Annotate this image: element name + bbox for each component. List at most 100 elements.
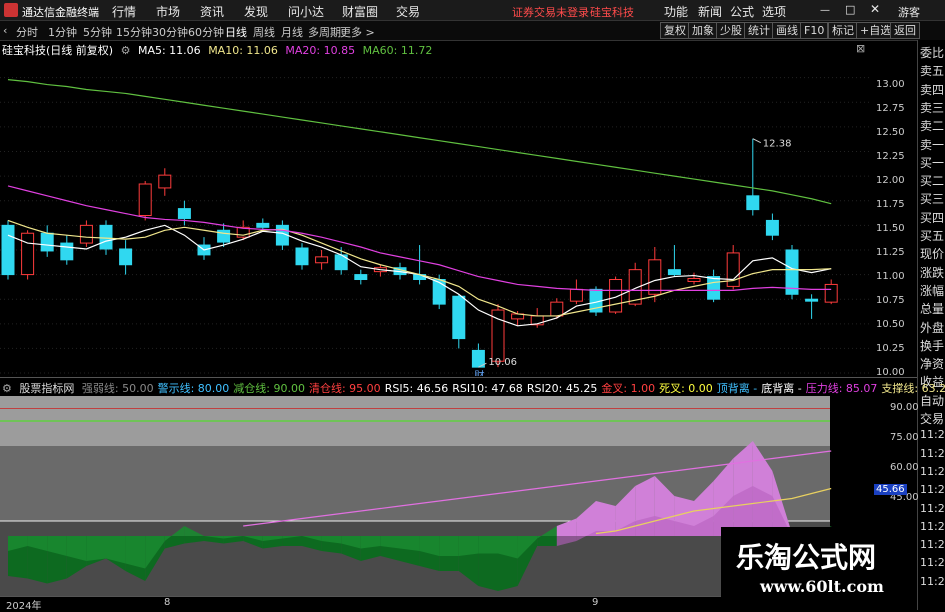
side-panel-label: 11:29 bbox=[920, 556, 945, 570]
candle-body bbox=[707, 276, 721, 300]
statistics-button[interactable]: 统计 bbox=[744, 22, 774, 39]
candle-body bbox=[1, 224, 15, 276]
period-5min[interactable]: 5分钟 bbox=[83, 24, 112, 40]
period-daily[interactable]: 日线 bbox=[225, 24, 247, 40]
indicator-band-fill bbox=[478, 536, 498, 554]
app-title: 通达信金融终端 bbox=[22, 6, 99, 19]
stock-tab[interactable]: 硅宝科技 bbox=[590, 4, 634, 20]
minimize-icon[interactable]: — bbox=[820, 5, 830, 16]
price-tick: 11.00 bbox=[876, 271, 905, 282]
chart-close-icon[interactable]: ⊠ bbox=[856, 42, 865, 55]
indicator-band-fill bbox=[125, 536, 146, 569]
indicator-legend-item: RSI5: 46.56 bbox=[384, 382, 449, 395]
candle-body bbox=[432, 279, 446, 305]
maximize-icon[interactable]: □ bbox=[845, 3, 855, 16]
indicator-band-fill bbox=[458, 536, 479, 556]
menu-function[interactable]: 功能 bbox=[664, 3, 688, 20]
panel-divider[interactable] bbox=[0, 377, 917, 378]
period-15min[interactable]: 15分钟 bbox=[116, 24, 152, 40]
price-tick: 10.75 bbox=[876, 295, 905, 306]
indicator-legend-item: RSI10: 47.68 bbox=[452, 382, 523, 395]
overlay-button[interactable]: 加象 bbox=[688, 22, 718, 39]
price-tick: 12.50 bbox=[876, 127, 905, 138]
menu-newsfeed[interactable]: 新闻 bbox=[698, 3, 722, 20]
menu-options[interactable]: 选项 bbox=[762, 3, 786, 20]
menu-trade[interactable]: 交易 bbox=[396, 3, 420, 20]
side-panel-label: 11:27 bbox=[920, 428, 945, 442]
candle-body bbox=[746, 195, 760, 211]
return-button[interactable]: 返回 bbox=[890, 22, 920, 39]
draw-line-button[interactable]: 画线 bbox=[772, 22, 802, 39]
period-30min[interactable]: 30分钟 bbox=[152, 24, 188, 40]
high-marker-line bbox=[752, 138, 762, 144]
menu-market[interactable]: 市场 bbox=[156, 3, 180, 20]
indicator-band-fill bbox=[537, 536, 557, 546]
candle-body bbox=[452, 295, 466, 340]
side-panel-label[interactable]: 交易 bbox=[920, 410, 944, 427]
candle-body bbox=[99, 224, 113, 250]
candlestick-chart[interactable]: 12.38 10.06 财 bbox=[0, 56, 870, 376]
side-panel-label: 净资 bbox=[920, 357, 945, 372]
price-tick: 11.50 bbox=[876, 223, 905, 234]
period-monthly[interactable]: 月线 bbox=[281, 24, 303, 40]
period-intraday[interactable]: 分时 bbox=[16, 24, 38, 40]
close-icon[interactable]: ✕ bbox=[870, 2, 880, 16]
back-arrow-icon[interactable]: ‹ bbox=[3, 24, 7, 37]
candle-body bbox=[79, 224, 93, 244]
side-panel-label: 买二 bbox=[920, 174, 945, 189]
candle-body bbox=[648, 259, 662, 295]
candle-body bbox=[824, 283, 838, 303]
side-panel-label: 11:29 bbox=[920, 501, 945, 515]
app-logo-icon bbox=[4, 3, 18, 17]
rights-adjust-button[interactable]: 复权 bbox=[660, 22, 690, 39]
side-panel-label: 卖二 bbox=[920, 119, 945, 134]
settings-gear-icon[interactable]: ⚙ bbox=[2, 382, 12, 395]
price-tick: 11.75 bbox=[876, 199, 905, 210]
candle-body bbox=[354, 274, 368, 281]
candle-body bbox=[315, 256, 329, 264]
ma60-line bbox=[7, 79, 832, 205]
candle-body bbox=[177, 208, 191, 219]
candle-body bbox=[491, 309, 505, 362]
indicator-legend-item: 顶背离 - bbox=[716, 382, 758, 395]
side-panel-label: 卖五 bbox=[920, 64, 945, 79]
mark-button[interactable]: 标记 bbox=[828, 22, 858, 39]
indicator-band-fill bbox=[596, 501, 616, 536]
side-panel-label: 外盘 bbox=[920, 320, 945, 335]
candle-body bbox=[60, 242, 74, 261]
candle-body bbox=[119, 248, 133, 266]
more-periods[interactable]: 更多 > bbox=[340, 24, 375, 40]
side-panel-label: 现价 bbox=[920, 247, 945, 262]
fewer-stocks-button[interactable]: 少股 bbox=[716, 22, 746, 39]
indicator-name: 股票指标网 bbox=[19, 382, 75, 395]
guest-login[interactable]: 游客 bbox=[898, 4, 920, 20]
menu-wealth[interactable]: 财富圈 bbox=[342, 3, 378, 20]
side-panel-label: 11:29 bbox=[920, 574, 945, 588]
price-tick: 10.25 bbox=[876, 343, 905, 354]
period-weekly[interactable]: 周线 bbox=[253, 24, 275, 40]
period-60min[interactable]: 60分钟 bbox=[188, 24, 224, 40]
f10-button[interactable]: F10 bbox=[800, 22, 829, 39]
side-panel-label: 卖一 bbox=[920, 137, 945, 152]
candle-body bbox=[158, 174, 172, 189]
side-panel-label: 总量 bbox=[920, 302, 945, 317]
indicator-legend-item: RSI20: 45.25 bbox=[526, 382, 598, 395]
indicator-legend-item: 警示线: 80.00 bbox=[157, 382, 230, 395]
side-panel-label: 买五 bbox=[920, 229, 945, 243]
price-tick: 13.00 bbox=[876, 79, 905, 90]
side-panel-label: 委比 bbox=[920, 46, 945, 60]
trade-login-notice[interactable]: 证券交易未登录 bbox=[512, 4, 589, 20]
period-multi[interactable]: 多周期 bbox=[308, 24, 341, 40]
candle-body bbox=[40, 232, 54, 252]
indicator-band-fill bbox=[400, 536, 420, 551]
menu-formula[interactable]: 公式 bbox=[730, 3, 754, 20]
price-tick: 12.75 bbox=[876, 103, 905, 114]
menu-quotes[interactable]: 行情 bbox=[112, 3, 136, 20]
menu-ask[interactable]: 问小达 bbox=[288, 3, 324, 20]
menu-news[interactable]: 资讯 bbox=[200, 3, 224, 20]
high-price-label: 12.38 bbox=[763, 139, 792, 150]
event-mark-label: 财 bbox=[474, 369, 484, 376]
period-1min[interactable]: 1分钟 bbox=[48, 24, 77, 40]
menu-discover[interactable]: 发现 bbox=[244, 3, 268, 20]
side-panel-label: 11:29 bbox=[920, 483, 945, 497]
